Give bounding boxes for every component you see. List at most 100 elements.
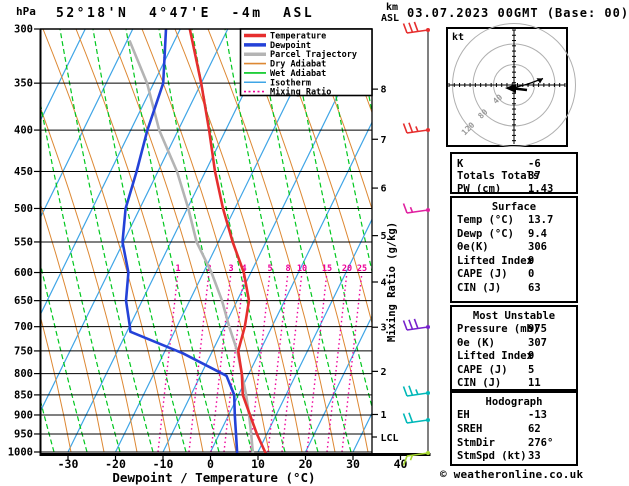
stats-row: Dewp (°C) 9.4 — [452, 228, 576, 242]
wind-barb-feather — [402, 386, 408, 397]
mixing-ratio-value-label: 1 — [175, 264, 180, 274]
stats-row-value: 37 — [528, 170, 541, 183]
stats-row: StmDir 276° — [452, 437, 576, 451]
altitude-km-label: 2 — [381, 367, 387, 378]
wet-adiabat-line — [158, 29, 253, 453]
stats-row-value: 0 — [528, 268, 535, 281]
hodograph-unit-label: kt — [452, 32, 464, 43]
pressure-tick-label: 1000 — [8, 446, 33, 458]
pressure-tick-label: 550 — [14, 236, 33, 248]
stats-row-value: 306 — [528, 241, 547, 254]
stats-row: Totals Totals 37 — [452, 170, 576, 182]
altitude-axis-unit-km: km — [386, 2, 399, 13]
wind-barb-feather — [408, 385, 414, 396]
stats-box-surface: Surface Temp (°C) 13.7 Dewp (°C) 9.4 θe(K) 306… — [450, 196, 578, 303]
wind-barb-staff — [402, 21, 430, 466]
stats-row: PW (cm) 1.43 — [452, 183, 576, 195]
mixing-ratio-value-label: 5 — [267, 264, 272, 274]
stats-box-hodograph: Hodograph EH -13 SREH 62 StmDir 276° StmSpd (kt… — [450, 391, 578, 466]
stats-row: SREH 62 — [452, 423, 576, 437]
wind-barb-feather — [402, 203, 408, 214]
legend-item-label: Dewpoint — [270, 40, 311, 51]
stats-row-label: Dewp (°C) — [457, 227, 514, 240]
stats-box-most-unstable: Most Unstable Pressure (mb) 975 θe (K) 307 Li… — [450, 305, 578, 391]
stats-row-label: StmSpd (kt) — [457, 450, 527, 463]
stats-row-value: 62 — [528, 422, 541, 435]
wind-barb-feather — [413, 21, 419, 32]
stats-row-value: 11 — [528, 377, 541, 390]
mixing-ratio-axis-title: Mixing Ratio (g/kg) — [386, 222, 398, 342]
pressure-tick-label: 900 — [14, 409, 33, 421]
stats-row: StmSpd (kt) 33 — [452, 450, 576, 464]
wind-barb — [402, 318, 430, 331]
stats-row-value: 975 — [528, 323, 547, 335]
station-title: 52°18'N 4°47'E -4m ASL — [56, 6, 315, 21]
pressure-tick-label: 350 — [14, 78, 33, 90]
mixing-ratio-line — [306, 271, 328, 453]
pressure-tick-label: 800 — [14, 368, 33, 380]
wind-barb-feather — [408, 319, 414, 330]
legend-item-label: Wet Adiabat — [270, 68, 326, 79]
mixing-ratio-line — [341, 271, 363, 453]
pressure-tick-label: 950 — [14, 428, 33, 440]
wind-barb-feather — [402, 413, 408, 424]
stats-row: Lifted Index 9 — [452, 350, 576, 364]
mixing-ratio-value-label: 10 — [297, 264, 307, 274]
temperature-tick-label: 0 — [207, 457, 214, 471]
temperature-tick-label: 20 — [299, 457, 313, 471]
stats-row: θe(K) 306 — [452, 241, 576, 255]
legend-item-label: Dry Adiabat — [270, 59, 326, 70]
pressure-tick-label: 750 — [14, 345, 33, 357]
stats-row-value: 63 — [528, 281, 541, 294]
wind-barb-feather — [408, 122, 414, 133]
pressure-axis-unit: hPa — [16, 5, 36, 18]
copyright-footer: © weatheronline.co.uk — [440, 468, 584, 481]
pressure-tick-label: 700 — [14, 321, 33, 333]
stats-row-value: -6 — [528, 158, 541, 170]
stats-row: θe (K) 307 — [452, 337, 576, 351]
stats-row-value: 5 — [528, 363, 535, 376]
stats-row-label: EH — [457, 409, 470, 421]
stats-box-title: Most Unstable — [472, 310, 556, 322]
stats-row: K -6 — [452, 158, 576, 170]
stats-row-value: 9 — [528, 350, 535, 363]
temperature-tick-label: -20 — [105, 457, 126, 471]
wind-barb — [402, 385, 430, 397]
mixing-ratio-value-label: 20 — [342, 264, 352, 274]
pressure-tick-label: 850 — [14, 389, 33, 401]
altitude-km-label: 1 — [381, 410, 387, 421]
stats-row-value: 33 — [528, 450, 541, 463]
stats-row-label: θe (K) — [457, 336, 495, 349]
legend-box: TemperatureDewpointParcel TrajectoryDry … — [239, 28, 373, 98]
stats-box-indices: K -6 Totals Totals 37 PW (cm) 1.43 — [450, 152, 578, 195]
pressure-tick-label: 300 — [14, 24, 33, 36]
pressure-tick-label: 450 — [14, 166, 33, 178]
stats-row: CAPE (J) 5 — [452, 364, 576, 378]
stats-row-label: CAPE (J) — [457, 363, 508, 376]
wind-barb-feather — [408, 22, 414, 33]
stats-row-label: StmDir — [457, 436, 495, 449]
legend-item-label: Mixing Ratio — [270, 87, 331, 98]
wind-barb-feather — [413, 318, 419, 329]
stats-row-label: Lifted Index — [457, 350, 533, 363]
wind-barb-feather — [402, 23, 408, 34]
stats-row-label: Temp (°C) — [457, 214, 514, 226]
pressure-tick-label: 400 — [14, 125, 33, 137]
wind-barb-half-feather — [415, 389, 419, 395]
legend-item-label: Parcel Trajectory — [270, 49, 357, 60]
wind-barb — [402, 412, 430, 424]
wind-barb-shaft — [406, 419, 429, 424]
wind-barb — [402, 203, 430, 214]
stats-row-value: 307 — [528, 336, 547, 349]
isotherm-line — [41, 29, 86, 121]
mixing-ratio-value-label: 3 — [228, 264, 233, 274]
stats-row: EH -13 — [452, 409, 576, 423]
stats-row-label: PW (cm) — [457, 182, 502, 195]
stats-row-label: SREH — [457, 422, 483, 435]
stats-row: Pressure (mb) 975 — [452, 323, 576, 337]
temperature-tick-label: -10 — [153, 457, 174, 471]
wind-barb-feather — [408, 412, 414, 423]
temperature-tick-label: 10 — [251, 457, 265, 471]
altitude-axis-unit-asl: ASL — [381, 13, 400, 24]
pressure-tick-label: 600 — [14, 267, 33, 279]
